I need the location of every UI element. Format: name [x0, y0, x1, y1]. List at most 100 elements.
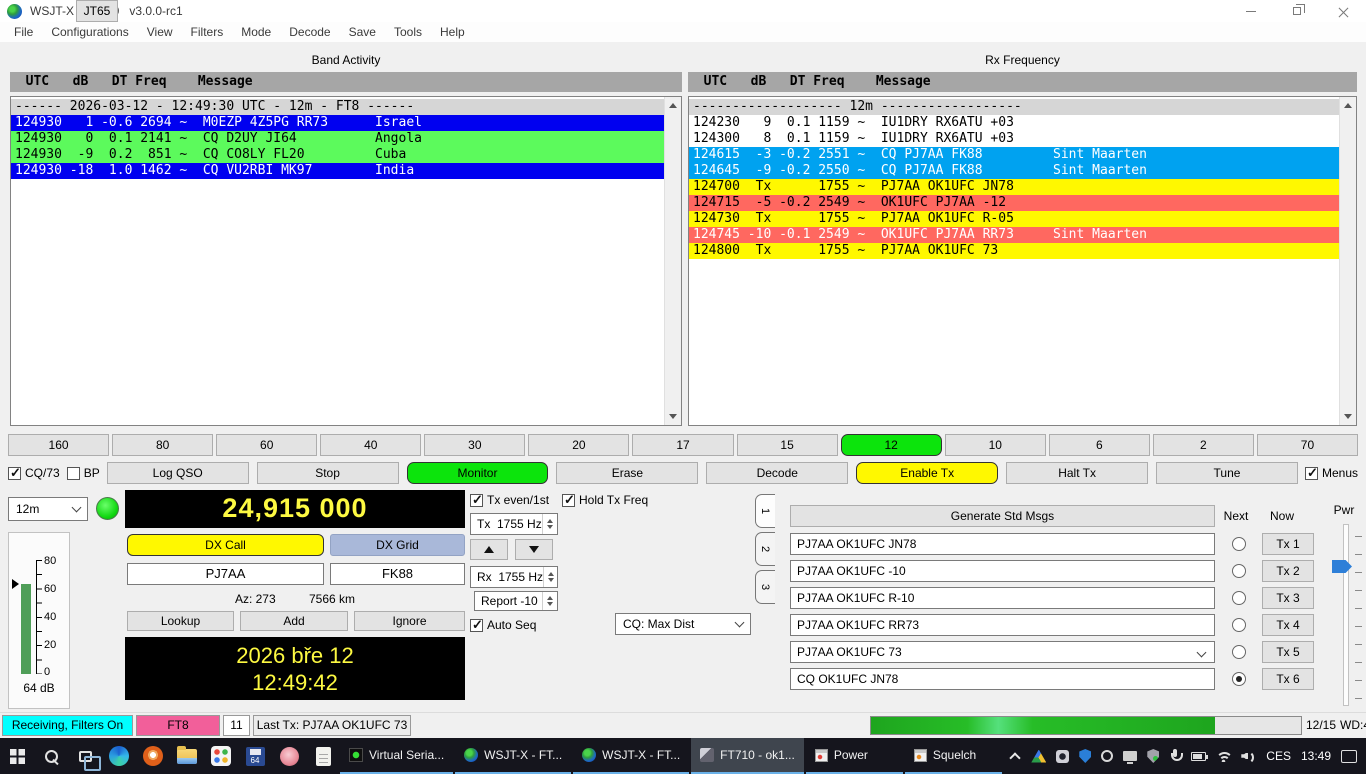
- add-button[interactable]: Add: [240, 611, 348, 631]
- decode-row[interactable]: 124930 0 0.1 2141 ~ CQ D2UY JI64 Angola: [11, 131, 664, 147]
- rx-freq-spinner[interactable]: Rx 1755 Hz: [470, 566, 558, 588]
- bp-checkbox-box[interactable]: [67, 467, 80, 480]
- start-icon[interactable]: [0, 738, 34, 774]
- menu-item[interactable]: Save: [340, 25, 385, 39]
- menu-item[interactable]: File: [5, 25, 42, 39]
- menu-item[interactable]: Tools: [385, 25, 431, 39]
- spinner-arrows[interactable]: [542, 514, 557, 534]
- volume-icon[interactable]: [1241, 750, 1256, 762]
- task-view-icon[interactable]: [68, 738, 102, 774]
- tx-now-button[interactable]: Tx 4: [1262, 614, 1314, 636]
- scroll-down-icon[interactable]: [1344, 414, 1352, 419]
- wifi-icon[interactable]: [1216, 751, 1231, 762]
- band-button[interactable]: 6: [1049, 434, 1150, 456]
- taskbar-window-button[interactable]: FT710 - ok1...: [691, 738, 804, 774]
- auto-seq-checkbox-box[interactable]: [470, 619, 483, 632]
- ignore-button[interactable]: Ignore: [354, 611, 465, 631]
- message-input[interactable]: PJ7AA OK1UFC JN78: [790, 533, 1215, 555]
- spin-up-icon[interactable]: [548, 572, 554, 576]
- decode-row[interactable]: 124745 -10 -0.1 2549 ~ OK1UFC PJ7AA RR73…: [689, 227, 1339, 243]
- taskbar-window-button[interactable]: Power: [806, 738, 903, 774]
- decode-row[interactable]: 124800 Tx 1755 ~ PJ7AA OK1UFC 73: [689, 243, 1339, 259]
- spin-up-icon[interactable]: [547, 596, 553, 600]
- band-button[interactable]: 2: [1153, 434, 1254, 456]
- browser-icon[interactable]: [136, 738, 170, 774]
- taskbar-window-button[interactable]: Squelch: [905, 738, 1002, 774]
- band-button[interactable]: 20: [528, 434, 629, 456]
- tx-now-button[interactable]: Tx 3: [1262, 587, 1314, 609]
- message-input[interactable]: PJ7AA OK1UFC R-10: [790, 587, 1215, 609]
- taskbar-window-button[interactable]: WSJT-X - FT...: [455, 738, 571, 774]
- mode-button[interactable]: JT65: [76, 0, 118, 22]
- spinner-arrows[interactable]: [543, 567, 558, 587]
- tx-freq-down-button[interactable]: [515, 539, 553, 560]
- onedrive-icon[interactable]: [1101, 750, 1113, 762]
- band-button[interactable]: 160: [8, 434, 109, 456]
- spin-up-icon[interactable]: [547, 519, 553, 523]
- tx-even-checkbox[interactable]: Tx even/1st: [470, 493, 549, 507]
- tx-freq-spinner[interactable]: Tx 1755 Hz: [470, 513, 558, 535]
- next-radio[interactable]: [1232, 591, 1246, 605]
- report-spinner[interactable]: Report -10: [474, 591, 558, 611]
- decode-row[interactable]: 124645 -9 -0.2 2550 ~ CQ PJ7AA FK88 Sint…: [689, 163, 1339, 179]
- cq73-checkbox-box[interactable]: [8, 467, 21, 480]
- spin-down-icon[interactable]: [547, 602, 553, 606]
- file-explorer-icon[interactable]: [170, 738, 204, 774]
- band-button[interactable]: 17: [632, 434, 733, 456]
- decode-row[interactable]: 124930 -18 1.0 1462 ~ CQ VU2RBI MK97 Ind…: [11, 163, 664, 179]
- next-radio[interactable]: [1232, 672, 1246, 686]
- decode-row[interactable]: ------------------- 12m ----------------…: [689, 99, 1339, 115]
- control-button[interactable]: Erase: [556, 462, 698, 484]
- tx-now-button[interactable]: Tx 2: [1262, 560, 1314, 582]
- spinner-arrows[interactable]: [542, 592, 557, 610]
- tx-freq-up-button[interactable]: [470, 539, 508, 560]
- scroll-down-icon[interactable]: [669, 414, 677, 419]
- dx-call-button[interactable]: DX Call: [127, 534, 324, 556]
- taskbar-window-button[interactable]: WSJT-X - FT...: [573, 738, 689, 774]
- pwr-slider-handle[interactable]: [1332, 560, 1352, 573]
- decode-row[interactable]: 124715 -5 -0.2 2549 ~ OK1UFC PJ7AA -12: [689, 195, 1339, 211]
- message-input[interactable]: PJ7AA OK1UFC 73: [790, 641, 1215, 663]
- cq73-checkbox[interactable]: CQ/73: [8, 466, 60, 480]
- band-button[interactable]: 60: [216, 434, 317, 456]
- menu-item[interactable]: Mode: [232, 25, 280, 39]
- control-button[interactable]: Halt Tx: [1006, 462, 1148, 484]
- dx-grid-input[interactable]: FK88: [330, 563, 465, 585]
- notification-center-icon[interactable]: [1341, 750, 1357, 763]
- generate-std-msgs-button[interactable]: Generate Std Msgs: [790, 505, 1215, 527]
- scroll-up-icon[interactable]: [1344, 103, 1352, 108]
- clock[interactable]: 13:49: [1301, 749, 1331, 763]
- message-input[interactable]: PJ7AA OK1UFC -10: [790, 560, 1215, 582]
- menu-item[interactable]: View: [138, 25, 182, 39]
- battery-icon[interactable]: [1191, 752, 1206, 761]
- menu-item[interactable]: Filters: [182, 25, 233, 39]
- decode-row[interactable]: 124300 8 0.1 1159 ~ IU1DRY RX6ATU +03: [689, 131, 1339, 147]
- control-button[interactable]: Enable Tx: [856, 462, 998, 484]
- hold-tx-checkbox[interactable]: Hold Tx Freq: [562, 493, 648, 507]
- radio-app-icon[interactable]: [272, 738, 306, 774]
- message-input[interactable]: PJ7AA OK1UFC RR73: [790, 614, 1215, 636]
- band-button[interactable]: 30: [424, 434, 525, 456]
- band-button[interactable]: 15: [737, 434, 838, 456]
- band-button[interactable]: 12: [841, 434, 942, 456]
- wsjt-utility-icon[interactable]: [238, 738, 272, 774]
- bp-checkbox[interactable]: BP: [67, 466, 100, 480]
- tab-3[interactable]: 3: [755, 570, 775, 604]
- search-icon[interactable]: [34, 738, 68, 774]
- decode-row[interactable]: 124930 1 -0.6 2694 ~ M0EZP 4Z5PG RR73 Is…: [11, 115, 664, 131]
- pwr-slider-track[interactable]: [1343, 524, 1349, 706]
- tx-even-checkbox-box[interactable]: [470, 494, 483, 507]
- hold-tx-checkbox-box[interactable]: [562, 494, 575, 507]
- tray-app-icon[interactable]: [1056, 750, 1069, 763]
- spin-down-icon[interactable]: [547, 525, 553, 529]
- next-radio[interactable]: [1232, 537, 1246, 551]
- message-input[interactable]: CQ OK1UFC JN78: [790, 668, 1215, 690]
- next-radio[interactable]: [1232, 618, 1246, 632]
- security-shield-icon[interactable]: [1079, 749, 1091, 763]
- lookup-button[interactable]: Lookup: [127, 611, 234, 631]
- tray-expand-icon[interactable]: [1009, 750, 1021, 762]
- minimize-button[interactable]: [1228, 0, 1274, 22]
- dx-call-input[interactable]: PJ7AA: [127, 563, 324, 585]
- menus-checkbox[interactable]: Menus: [1305, 466, 1358, 480]
- band-button[interactable]: 40: [320, 434, 421, 456]
